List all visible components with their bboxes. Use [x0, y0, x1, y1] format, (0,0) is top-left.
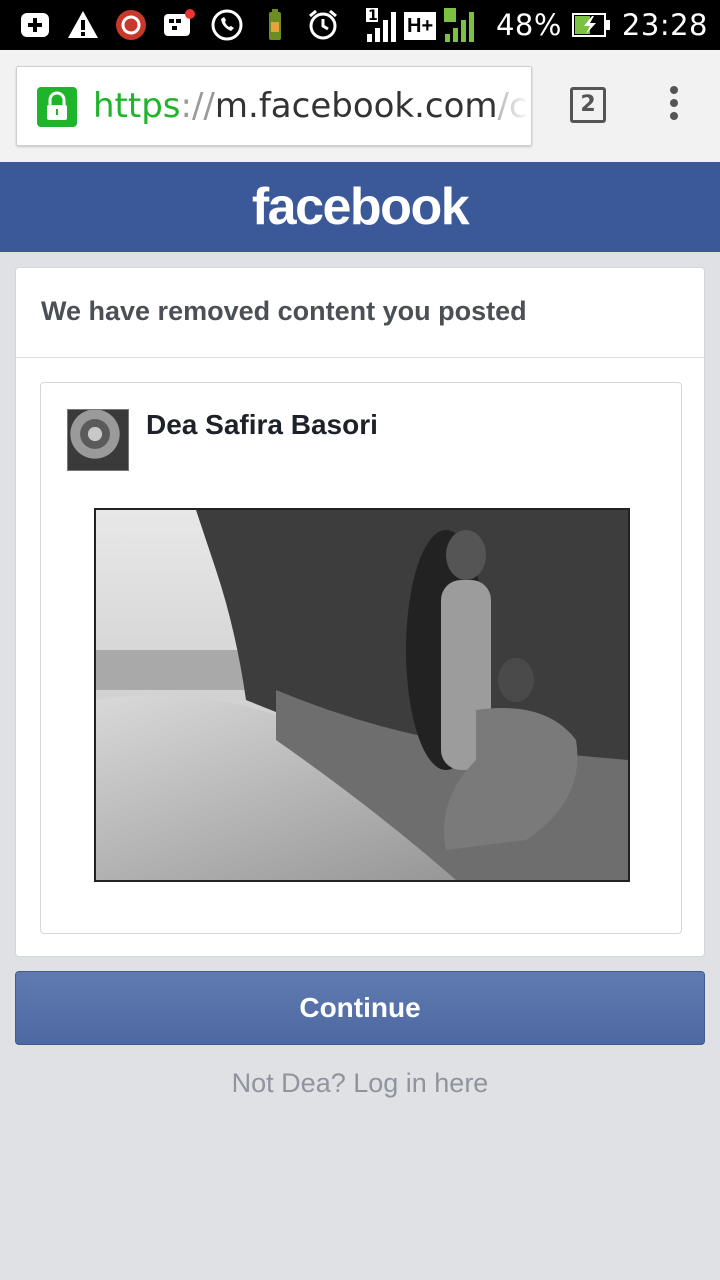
avatar	[67, 409, 129, 471]
divider	[16, 357, 704, 358]
post-author: Dea Safira Basori	[146, 409, 378, 440]
facebook-header: facebook	[0, 162, 720, 252]
post-photo	[94, 508, 630, 882]
alarm-icon	[306, 8, 340, 42]
bbm-icon	[162, 8, 196, 42]
warning-icon	[66, 8, 100, 42]
not-you-login-link[interactable]: Not Dea? Log in here	[0, 1068, 720, 1099]
sim1-label: 1	[368, 8, 379, 24]
card-title: We have removed content you posted	[41, 296, 527, 326]
url-text: https://m.facebook.com/che	[93, 86, 531, 126]
url-separator: ://	[180, 86, 215, 126]
facebook-logo[interactable]: facebook	[252, 178, 470, 236]
sim2-label: 2	[460, 8, 471, 24]
battery-charging-icon	[571, 13, 610, 37]
tab-switcher-button[interactable]: 2	[570, 87, 606, 123]
overflow-menu-icon[interactable]	[660, 86, 688, 126]
status-right: 48% 23:28	[496, 0, 708, 50]
notification-icons	[18, 8, 340, 42]
clock: 23:28	[621, 8, 708, 42]
continue-button[interactable]: Continue	[15, 971, 705, 1045]
status-bar: 1 H+ 2 48% 23:28	[0, 0, 720, 50]
removed-content-card: We have removed content you posted Dea S…	[15, 267, 705, 957]
network-indicators: 1 H+ 2	[364, 6, 480, 44]
url-fade	[497, 67, 531, 145]
battery-saver-icon	[258, 8, 292, 42]
browser-toolbar: https://m.facebook.com/che 2	[0, 50, 720, 162]
removed-post: Dea Safira Basori	[40, 382, 682, 934]
lock-icon	[37, 87, 77, 127]
battery-percent: 48%	[495, 8, 562, 42]
add-box-icon	[18, 8, 52, 42]
network-type-badge: H+	[404, 12, 437, 40]
sync-icon	[114, 8, 148, 42]
address-bar[interactable]: https://m.facebook.com/che	[16, 66, 532, 146]
whatsapp-icon	[210, 8, 244, 42]
url-scheme: https	[93, 86, 181, 126]
url-host: m.facebook.com	[214, 86, 498, 126]
